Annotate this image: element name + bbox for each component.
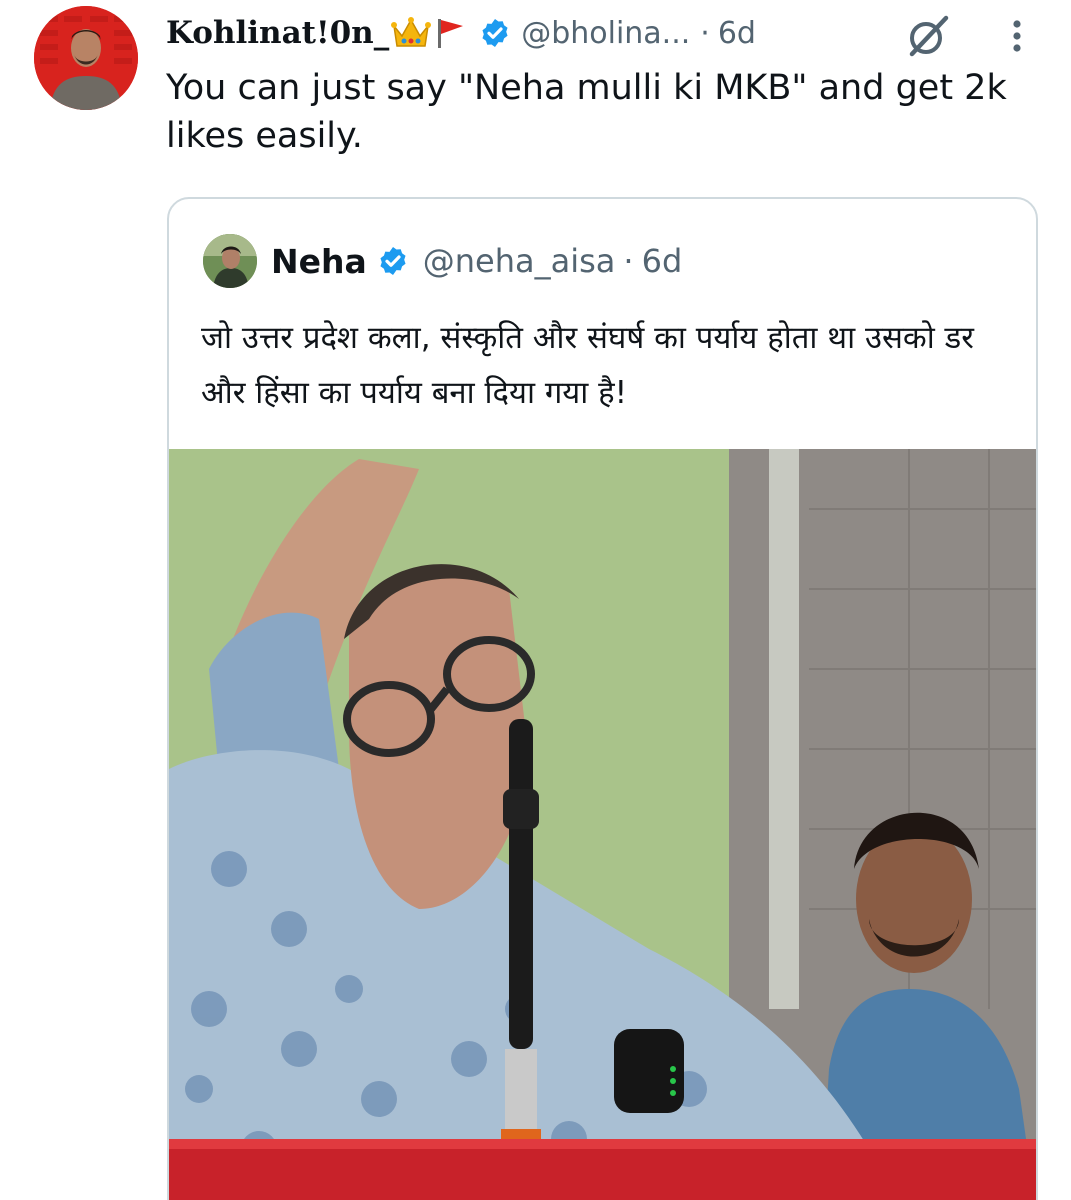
crown-emoji-icon [391,16,432,50]
author-avatar[interactable] [34,6,138,110]
quoted-tweet-timestamp[interactable]: 6d [642,242,683,280]
quoted-author-display-name[interactable]: Neha [271,242,367,281]
quoted-author-avatar[interactable] [203,234,257,288]
tweet-text: You can just say "Neha mulli ki MKB" and… [166,68,1007,156]
tweet-header: Kohlinat!0n_ @bholina... · 6d [166,8,1046,58]
quoted-tweet-card[interactable]: Neha @neha_aisa · 6d जो उत्तर प्रदेश कला… [167,197,1038,1200]
quoted-verified-badge-icon [377,245,409,277]
separator-dot: · [700,15,710,51]
tweet-timestamp[interactable]: 6d [718,16,756,51]
author-handle[interactable]: @bholina... [521,16,690,51]
quoted-separator-dot: · [623,242,634,280]
quoted-author-handle[interactable]: @neha_aisa [423,242,616,280]
grok-icon[interactable] [906,14,950,58]
quoted-tweet-header: Neha @neha_aisa · 6d [203,234,683,288]
author-display-name[interactable]: Kohlinat!0n_ [166,15,389,51]
red-flag-emoji-icon [433,16,467,50]
quoted-tweet-video-thumbnail[interactable] [169,449,1036,1200]
verified-badge-icon [479,17,511,49]
quoted-tweet-text: जो उत्तर प्रदेश कला, संस्कृति और संघर्ष … [201,320,974,411]
more-options-icon[interactable] [1002,14,1032,58]
